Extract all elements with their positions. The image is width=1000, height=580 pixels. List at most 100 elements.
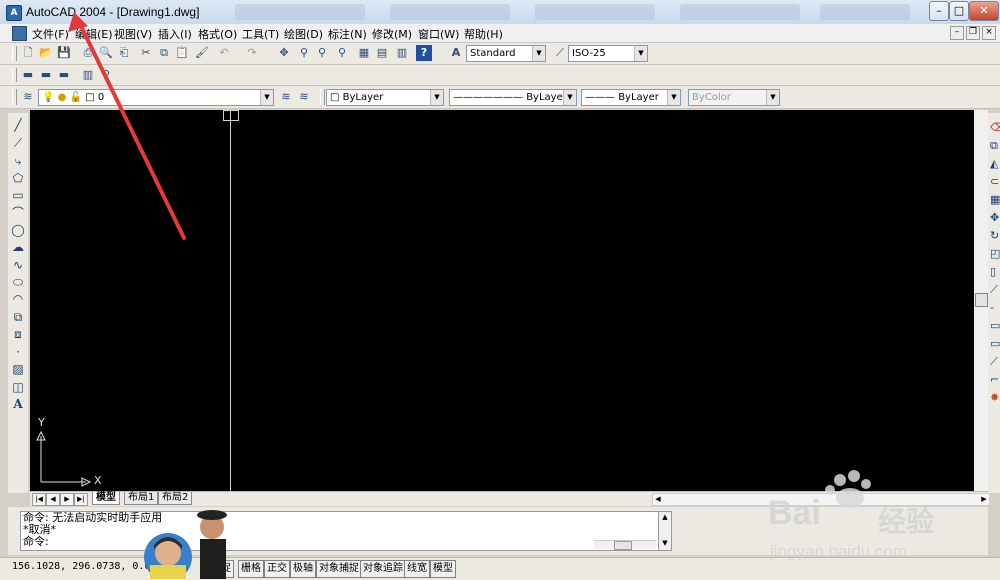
menu-window[interactable]: 窗口(W) [418,26,459,42]
grid-toggle[interactable]: 栅格 [238,560,264,578]
break-at-point-icon[interactable]: ▭ [990,337,1000,351]
tab-layout2[interactable]: 布局2 [158,492,193,505]
next-tab-button[interactable]: ▶ [60,493,74,506]
menu-edit[interactable]: 编辑(E) [75,26,113,42]
lineweight-toggle[interactable]: 线宽 [404,560,430,578]
copy-object-icon[interactable]: ⧉ [990,139,1000,153]
rectangle-icon[interactable]: ▭ [10,187,26,203]
make-block-icon[interactable]: ⧈ [10,326,26,342]
chamfer-icon[interactable]: ⟋ [990,355,1000,369]
point-icon[interactable]: · [10,344,26,360]
linetype-dropdown[interactable]: ——————— ByLayer ▼ [449,89,577,106]
toolbar-grip[interactable] [12,89,17,105]
polygon-icon[interactable]: ⬠ [10,170,26,186]
spline-icon[interactable]: ∿ [10,257,26,273]
line-tool-icon[interactable]: ╱ [10,117,26,133]
menu-dimension[interactable]: 标注(N) [328,26,367,42]
tab-layout1[interactable]: 布局1 [124,492,159,505]
toolbar-grip[interactable] [12,46,17,61]
revision-cloud-icon[interactable]: ☁ [10,239,26,255]
make-object-layer-current-icon[interactable]: ≋ [278,89,294,105]
command-hscroll-thumb[interactable] [614,541,632,550]
drawing-canvas[interactable]: Y X [30,110,974,491]
layer-manager-icon[interactable]: ≋ [20,89,36,105]
extend-icon[interactable]: - [990,301,1000,315]
otrack-toggle[interactable]: 对象追踪 [360,560,406,578]
zoom-realtime-icon[interactable]: ⚲ [296,45,312,61]
cut-icon[interactable]: ✂ [138,45,154,61]
multiline-text-icon[interactable]: A [10,396,26,412]
open-folder-icon[interactable]: 📂 [38,45,54,61]
command-history[interactable]: 命令: 无法启动实时助手应用 *取消* 命令: [20,511,660,551]
paste-icon[interactable]: 📋 [174,45,190,61]
arc-icon[interactable]: ⌒ [10,205,26,221]
construction-line-icon[interactable]: ⟋ [10,135,26,151]
document-menu-icon[interactable] [12,26,27,41]
page-setup-icon[interactable]: ▬ [56,67,72,83]
viewport-scale-icon[interactable]: ⚲ [98,67,114,83]
menu-draw[interactable]: 绘图(D) [284,26,323,42]
tab-model[interactable]: 模型 [92,492,120,505]
lineweight-dropdown[interactable]: ——— ByLayer ▼ [581,89,681,106]
command-prompt[interactable]: 命令: [21,536,659,548]
menu-view[interactable]: 视图(V) [114,26,152,42]
hatch-icon[interactable]: ▨ [10,361,26,377]
minimize-button[interactable]: – [929,1,949,21]
layer-dropdown[interactable]: 💡 ● 🔓 □ 0 ▼ [38,89,274,106]
print-icon[interactable]: ⎙ [80,45,96,61]
save-icon[interactable]: 💾 [56,45,72,61]
redo-icon[interactable]: ↷ [244,45,260,61]
properties-icon[interactable]: ▦ [356,45,372,61]
menu-tools[interactable]: 工具(T) [242,26,279,42]
explode-icon[interactable]: ✸ [990,391,1000,405]
last-tab-button[interactable]: ▶| [74,493,88,506]
layout-template-icon[interactable]: ▬ [38,67,54,83]
scale-icon[interactable]: ◰ [990,247,1000,261]
ortho-toggle[interactable]: 正交 [264,560,290,578]
break-icon[interactable]: ▭ [990,319,1000,333]
doc-close-button[interactable]: × [982,26,996,40]
match-properties-icon[interactable]: 🖌 [194,45,210,61]
tool-palettes-icon[interactable]: ▥ [394,45,410,61]
fillet-icon[interactable]: ⌐ [990,373,1000,387]
menu-insert[interactable]: 插入(I) [158,26,192,42]
command-scrollbar[interactable]: ▲ ▼ [658,511,672,551]
pan-realtime-icon[interactable]: ✥ [276,45,292,61]
first-tab-button[interactable]: |◀ [32,493,46,506]
zoom-window-icon[interactable]: ⚲ [314,45,330,61]
prev-tab-button[interactable]: ◀ [46,493,60,506]
menu-file[interactable]: 文件(F) [32,26,69,42]
display-viewports-icon[interactable]: ▥ [80,67,96,83]
menu-format[interactable]: 格式(O) [198,26,237,42]
circle-icon[interactable]: ◯ [10,222,26,238]
scroll-up-icon[interactable]: ▲ [659,512,671,522]
erase-icon[interactable]: ⌫ [990,121,1000,135]
layer-previous-icon[interactable]: ≋ [296,89,312,105]
ellipse-icon[interactable]: ⬭ [10,274,26,290]
mirror-icon[interactable]: ◭ [990,157,1000,171]
doc-minimize-button[interactable]: – [950,26,964,40]
maximize-button[interactable]: □ [949,1,969,21]
text-style-dropdown[interactable]: Standard ▼ [466,45,546,62]
vertical-scrollbar[interactable] [974,110,988,491]
doc-restore-button[interactable]: ❐ [966,26,980,40]
publish-icon[interactable]: ⎗ [116,45,132,61]
toolbar-grip[interactable] [320,89,325,105]
polar-toggle[interactable]: 极轴 [290,560,316,578]
help-icon[interactable]: ? [416,45,432,61]
menu-modify[interactable]: 修改(M) [372,26,412,42]
vertical-scroll-thumb[interactable] [975,293,988,307]
scroll-down-icon[interactable]: ▼ [659,538,671,548]
osnap-toggle[interactable]: 对象捕捉 [316,560,362,578]
model-toggle[interactable]: 模型 [430,560,456,578]
insert-block-icon[interactable]: ⧉ [10,309,26,325]
copy-icon[interactable]: ⧉ [156,45,172,61]
array-icon[interactable]: ▦ [990,193,1000,207]
move-icon[interactable]: ✥ [990,211,1000,225]
menu-help[interactable]: 帮助(H) [464,26,503,42]
ellipse-arc-icon[interactable]: ◠ [10,291,26,307]
new-layout-icon[interactable]: ▬ [20,67,36,83]
stretch-icon[interactable]: ▯ [990,265,1000,279]
trim-icon[interactable]: ⟋ [990,283,1000,297]
polyline-icon[interactable]: ⤷ [10,153,26,169]
